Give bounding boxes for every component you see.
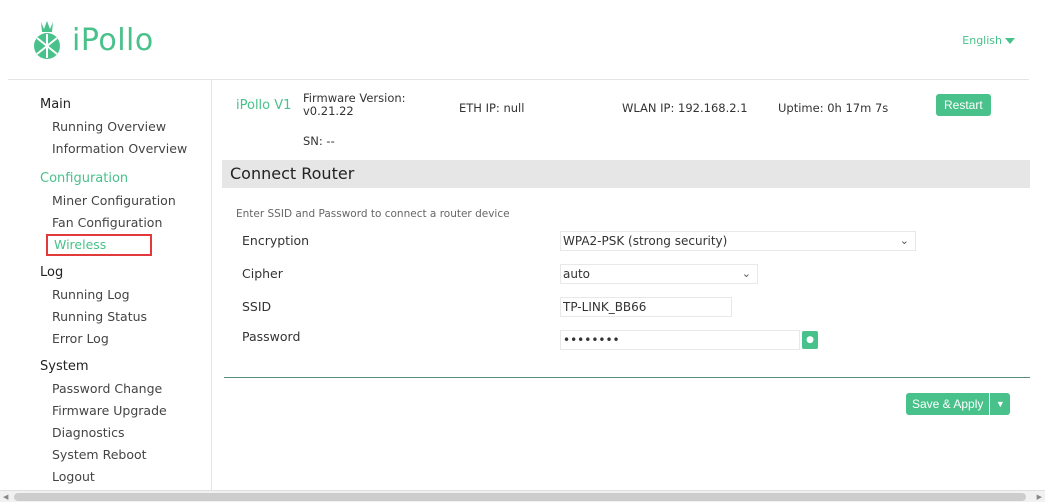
caret-down-icon <box>1005 37 1015 44</box>
language-label: English <box>962 34 1002 47</box>
sidebar-item-diagnostics[interactable]: Diagnostics <box>40 422 211 444</box>
password-masked-value: •••••••• <box>563 333 620 347</box>
cipher-value: auto <box>563 267 591 281</box>
button-separator <box>989 393 991 415</box>
sidebar-item-running-status[interactable]: Running Status <box>40 306 211 328</box>
encryption-value: WPA2-PSK (strong security) <box>563 234 728 248</box>
device-info-bar: iPollo V1 Firmware Version: v0.21.22 SN:… <box>222 80 1030 158</box>
wlan-ip: WLAN IP: 192.168.2.1 <box>622 101 748 115</box>
sidebar-item-running-overview[interactable]: Running Overview <box>40 116 211 138</box>
save-apply-group: Save & Apply ▼ <box>906 393 1011 415</box>
scroll-left-icon[interactable]: ◀ <box>3 493 8 501</box>
nav-group-title-configuration[interactable]: Configuration <box>40 168 211 190</box>
sidebar-item-running-log[interactable]: Running Log <box>40 284 211 306</box>
nav-group-title-log[interactable]: Log <box>40 262 211 284</box>
nav-group-title-main[interactable]: Main <box>40 94 211 116</box>
cipher-select[interactable]: auto ⌄ <box>560 264 758 284</box>
save-apply-button[interactable]: Save & Apply <box>906 393 990 415</box>
horizontal-scrollbar[interactable]: ◀ ▶ <box>0 490 1045 502</box>
section-hint: Enter SSID and Password to connect a rou… <box>236 208 510 220</box>
sidebar-item-password-change[interactable]: Password Change <box>40 378 211 400</box>
sidebar-item-miner-configuration[interactable]: Miner Configuration <box>40 190 211 212</box>
nav-group-system: System Password Change Firmware Upgrade … <box>40 356 211 488</box>
sidebar-item-fan-configuration[interactable]: Fan Configuration <box>40 212 211 234</box>
restart-button[interactable]: Restart <box>936 94 991 116</box>
password-label: Password <box>242 329 301 344</box>
scroll-right-icon[interactable]: ▶ <box>1037 493 1042 501</box>
top-header: iPollo English <box>8 8 1029 80</box>
firmware-version-label: Firmware Version: <box>303 91 406 105</box>
encryption-label: Encryption <box>242 233 310 248</box>
reveal-password-icon[interactable]: ● <box>802 331 818 349</box>
logo-text: iPollo <box>72 22 154 58</box>
nav-group-title-system[interactable]: System <box>40 356 211 378</box>
sidebar-item-information-overview[interactable]: Information Overview <box>40 138 211 160</box>
nav-group-main: Main Running Overview Information Overvi… <box>40 94 211 160</box>
device-model: iPollo V1 <box>236 98 292 113</box>
uptime: Uptime: 0h 17m 7s <box>778 101 889 115</box>
nav-group-configuration: Configuration Miner Configuration Fan Co… <box>40 168 211 256</box>
save-apply-dropdown-icon[interactable]: ▼ <box>990 393 1011 415</box>
section-title: Connect Router <box>222 160 1030 188</box>
chevron-down-icon: ⌄ <box>899 234 909 247</box>
password-input[interactable]: •••••••• <box>560 330 800 350</box>
sidebar-item-wireless[interactable]: Wireless <box>46 234 152 256</box>
sidebar-item-error-log[interactable]: Error Log <box>40 328 211 350</box>
encryption-select[interactable]: WPA2-PSK (strong security) ⌄ <box>560 231 916 251</box>
language-selector[interactable]: English <box>962 34 1015 47</box>
sidebar-item-logout[interactable]: Logout <box>40 466 211 488</box>
nav-group-log: Log Running Log Running Status Error Log <box>40 262 211 350</box>
main-content: iPollo V1 Firmware Version: v0.21.22 SN:… <box>222 80 1030 490</box>
ssid-input[interactable] <box>560 297 732 317</box>
cipher-label: Cipher <box>242 266 283 281</box>
pineapple-logo-icon <box>34 21 60 59</box>
sidebar-item-system-reboot[interactable]: System Reboot <box>40 444 211 466</box>
chevron-down-icon: ⌄ <box>741 267 751 280</box>
sidebar-item-firmware-upgrade[interactable]: Firmware Upgrade <box>40 400 211 422</box>
section-divider <box>224 377 1030 378</box>
scrollbar-thumb[interactable] <box>14 493 1026 501</box>
eth-ip: ETH IP: null <box>459 101 525 115</box>
sidebar-nav: Main Running Overview Information Overvi… <box>8 80 212 490</box>
firmware-version-value: v0.21.22 <box>303 104 354 118</box>
ssid-label: SSID <box>242 299 272 314</box>
logo[interactable]: iPollo <box>30 20 154 60</box>
serial-number: SN: -- <box>303 134 335 148</box>
